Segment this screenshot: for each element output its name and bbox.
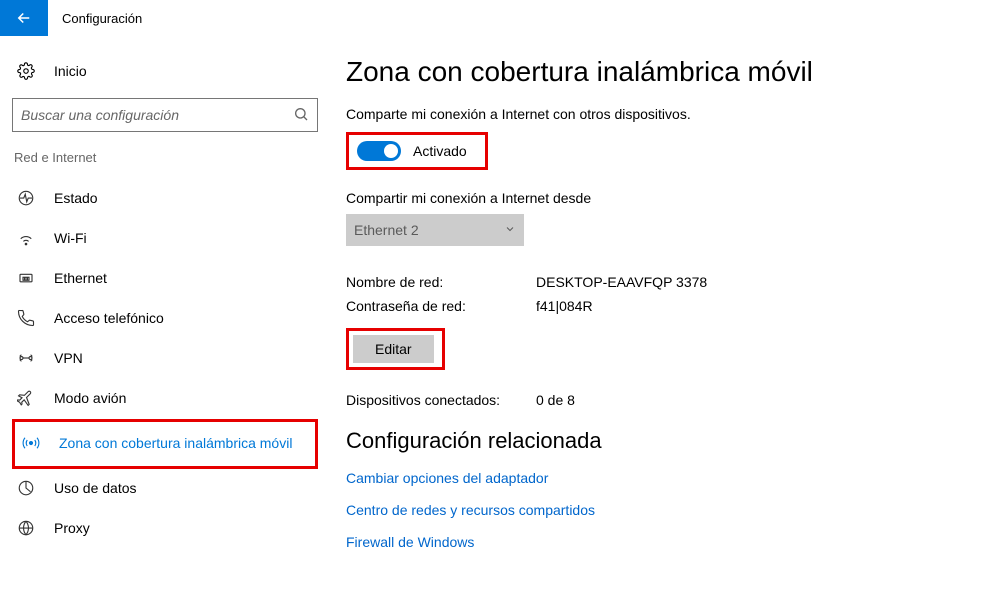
nav-item-label: Proxy [54, 520, 90, 536]
dropdown-value: Ethernet 2 [354, 222, 419, 238]
nav-item-label: Ethernet [54, 270, 107, 286]
nav-item-label: Uso de datos [54, 480, 137, 496]
nav-wifi[interactable]: Wi-Fi [12, 219, 318, 257]
connected-label: Dispositivos conectados: [346, 392, 536, 408]
content-pane: Zona con cobertura inalámbrica móvil Com… [330, 36, 986, 613]
nav-home-label: Inicio [54, 63, 87, 79]
password-label: Contraseña de red: [346, 298, 536, 314]
toggle-label: Activado [413, 143, 467, 159]
network-name-label: Nombre de red: [346, 274, 536, 290]
titlebar: Configuración [0, 0, 986, 36]
nav-airplane[interactable]: Modo avión [12, 379, 318, 417]
proxy-icon [16, 519, 36, 537]
highlight-edit: Editar [346, 328, 445, 370]
nav-item-label: Wi-Fi [54, 230, 87, 246]
nav-estado[interactable]: Estado [12, 179, 318, 217]
status-icon [16, 189, 36, 207]
share-from-dropdown[interactable]: Ethernet 2 [346, 214, 524, 246]
window-title: Configuración [62, 11, 142, 26]
airplane-icon [16, 389, 36, 407]
link-windows-firewall[interactable]: Firewall de Windows [346, 534, 986, 550]
ethernet-icon [16, 269, 36, 287]
data-usage-icon [16, 479, 36, 497]
network-name-value: DESKTOP-EAAVFQP 3378 [536, 274, 707, 290]
category-label: Red e Internet [12, 150, 318, 165]
page-title: Zona con cobertura inalámbrica móvil [346, 56, 986, 88]
share-description: Comparte mi conexión a Internet con otro… [346, 106, 986, 122]
nav-ethernet[interactable]: Ethernet [12, 259, 318, 297]
hotspot-icon [21, 434, 41, 452]
share-from-label: Compartir mi conexión a Internet desde [346, 190, 986, 206]
back-button[interactable] [0, 0, 48, 36]
vpn-icon [16, 349, 36, 367]
search-box[interactable] [12, 98, 318, 132]
arrow-left-icon [15, 9, 33, 27]
search-icon [293, 106, 309, 125]
password-value: f41|084R [536, 298, 593, 314]
wifi-icon [16, 229, 36, 247]
sidebar: Inicio Red e Internet Estado Wi-Fi Ether… [0, 36, 330, 613]
gear-icon [16, 62, 36, 80]
related-config-title: Configuración relacionada [346, 428, 986, 454]
connected-value: 0 de 8 [536, 392, 575, 408]
nav-home[interactable]: Inicio [12, 54, 318, 88]
nav-item-label: Zona con cobertura inalámbrica móvil [59, 435, 292, 451]
dialup-icon [16, 309, 36, 327]
nav-dialup[interactable]: Acceso telefónico [12, 299, 318, 337]
nav-item-label: VPN [54, 350, 83, 366]
nav-item-label: Acceso telefónico [54, 310, 164, 326]
link-adapter-options[interactable]: Cambiar opciones del adaptador [346, 470, 986, 486]
nav-vpn[interactable]: VPN [12, 339, 318, 377]
nav-hotspot[interactable]: Zona con cobertura inalámbrica móvil [17, 424, 313, 462]
highlight-hotspot: Zona con cobertura inalámbrica móvil [12, 419, 318, 469]
toggle-knob [384, 144, 398, 158]
nav-item-label: Modo avión [54, 390, 126, 406]
chevron-down-icon [504, 222, 516, 238]
nav-item-label: Estado [54, 190, 98, 206]
link-network-center[interactable]: Centro de redes y recursos compartidos [346, 502, 986, 518]
nav-datausage[interactable]: Uso de datos [12, 469, 318, 507]
nav-proxy[interactable]: Proxy [12, 509, 318, 547]
edit-button[interactable]: Editar [353, 335, 434, 363]
hotspot-toggle[interactable] [357, 141, 401, 161]
highlight-toggle: Activado [346, 132, 488, 170]
search-input[interactable] [21, 107, 293, 123]
